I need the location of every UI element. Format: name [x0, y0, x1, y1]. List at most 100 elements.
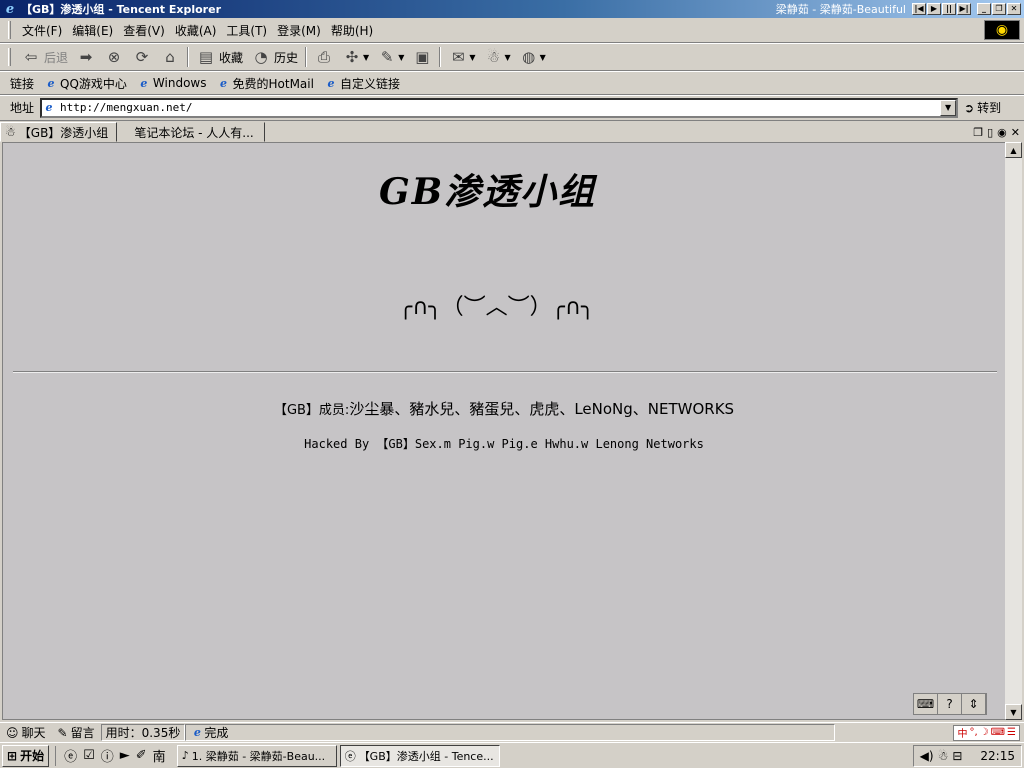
- task-label: 【GB】渗透小组 - Tence...: [358, 749, 494, 763]
- ime-menu-icon[interactable]: ☰: [1007, 727, 1016, 738]
- stop-button[interactable]: ⊗: [100, 45, 128, 69]
- restore-button[interactable]: ❐: [992, 3, 1006, 15]
- ime-punct-icon[interactable]: °,: [969, 727, 977, 738]
- translate-icon: ✣: [345, 48, 359, 66]
- message-button[interactable]: ✎ 留言: [52, 724, 101, 742]
- tab-notebook-forum[interactable]: 笔记本论坛 - 人人有...: [119, 122, 265, 142]
- mail-button[interactable]: ✉ ▼: [444, 45, 479, 69]
- menu-view[interactable]: 查看(V): [118, 22, 170, 39]
- message-label: 留言: [70, 726, 95, 740]
- link-label: Windows: [152, 76, 207, 90]
- messenger-button[interactable]: ◍ ▼: [515, 45, 550, 69]
- favorites-button[interactable]: ▤ 收藏: [192, 45, 247, 69]
- divider: [13, 371, 997, 373]
- qq-button[interactable]: ☃ ▼: [480, 45, 515, 69]
- menu-tools[interactable]: 工具(T): [221, 22, 272, 39]
- qq-tray-icon[interactable]: ☃: [938, 749, 949, 763]
- forward-button[interactable]: ➡: [72, 45, 100, 69]
- translate-button[interactable]: ✣ ▼: [338, 45, 373, 69]
- eye-icon[interactable]: ◉: [997, 126, 1007, 139]
- address-input[interactable]: e http://mengxuan.net/ ▼: [40, 97, 959, 118]
- more-dropdown-icon[interactable]: ⇕: [962, 694, 986, 714]
- ie-logo-icon: e: [5, 1, 15, 17]
- copy-icon[interactable]: ❐: [973, 126, 983, 139]
- close-button[interactable]: ✕: [1007, 3, 1021, 15]
- ie-quicklaunch-icon[interactable]: ⓔ: [64, 746, 77, 765]
- clock: 22:15: [980, 748, 1015, 763]
- dropdown-arrow-icon[interactable]: ▼: [540, 53, 546, 62]
- menu-favorites[interactable]: 收藏(A): [170, 22, 222, 39]
- ie-page-icon: e: [327, 76, 335, 90]
- network-icon[interactable]: ⊟: [952, 749, 962, 763]
- tab-actions: ❐ ▯ ◉ ✕: [973, 122, 1024, 142]
- link-custom[interactable]: e 自定义链接: [319, 75, 405, 92]
- nan-quicklaunch-icon[interactable]: 南: [153, 746, 166, 765]
- new-window-button[interactable]: ▣: [408, 45, 436, 69]
- tab-label: 笔记本论坛 - 人人有...: [134, 125, 254, 140]
- address-dropdown-icon[interactable]: ▼: [940, 99, 957, 116]
- outlook-quicklaunch-icon[interactable]: ☑: [83, 748, 95, 763]
- back-arrow-icon: ⇦: [24, 48, 38, 66]
- toolbar-grip[interactable]: [8, 21, 11, 39]
- ime-toolbar[interactable]: 中 °, ☽ ⌨ ☰: [953, 724, 1020, 741]
- toolbar-grip[interactable]: [8, 48, 11, 66]
- print-button[interactable]: ⎙: [310, 45, 338, 69]
- history-label: 历史: [274, 50, 299, 65]
- menu-help[interactable]: 帮助(H): [326, 22, 378, 39]
- menu-file[interactable]: 文件(F): [17, 22, 67, 39]
- play-button[interactable]: ▶: [927, 3, 941, 15]
- tab-gb[interactable]: ☃ 【GB】渗透小组: [0, 122, 118, 142]
- dropdown-arrow-icon[interactable]: ▼: [469, 53, 475, 62]
- help-icon[interactable]: ?: [938, 694, 962, 714]
- info-quicklaunch-icon[interactable]: ⓘ: [101, 746, 114, 765]
- address-bar: 地址 e http://mengxuan.net/ ▼ ➲ 转到: [0, 95, 1024, 119]
- scroll-up-icon[interactable]: ▲: [1005, 142, 1022, 158]
- prev-track-button[interactable]: |◀: [912, 3, 926, 15]
- edit-page-icon: ✎: [380, 48, 394, 66]
- ie-page-icon: e: [220, 76, 227, 90]
- pause-button[interactable]: ||: [942, 3, 956, 15]
- pencil-quicklaunch-icon[interactable]: ✐: [136, 748, 147, 763]
- dropdown-arrow-icon[interactable]: ▼: [505, 53, 511, 62]
- hacked-by-text: Hacked By 【GB】Sex.m Pig.w Pig.e Hwhu.w L…: [304, 437, 704, 451]
- favorites-folder-icon: ▤: [198, 48, 214, 66]
- close-tab-icon[interactable]: ✕: [1011, 126, 1020, 139]
- menu-edit[interactable]: 编辑(E): [67, 22, 118, 39]
- ie-page-icon: e: [45, 101, 53, 114]
- link-qq-games[interactable]: e QQ游戏中心: [39, 75, 132, 92]
- vertical-scrollbar[interactable]: ▲ ▼: [1005, 142, 1022, 720]
- back-button[interactable]: ⇦ 后退: [17, 45, 72, 69]
- title-bar: e 【GB】渗透小组 - Tencent Explorer 梁静茹 - 梁静茹-…: [0, 0, 1024, 18]
- ime-moon-icon[interactable]: ☽: [980, 727, 989, 738]
- keyboard-icon[interactable]: ⌨: [914, 694, 938, 714]
- scroll-down-icon[interactable]: ▼: [1005, 704, 1022, 720]
- start-button[interactable]: ⊞ 开始: [2, 744, 50, 767]
- chat-button[interactable]: ☺ 聊天: [0, 724, 52, 742]
- volume-icon[interactable]: ◀): [920, 749, 934, 763]
- task-music-player[interactable]: ♪ 1. 梁静茹 - 梁静茹-Beau...: [176, 744, 337, 767]
- edit-button[interactable]: ✎ ▼: [373, 45, 408, 69]
- tab-label: 【GB】渗透小组: [18, 125, 109, 140]
- ime-keyboard-icon[interactable]: ⌨: [991, 727, 1005, 738]
- minimize-button[interactable]: _: [977, 3, 991, 15]
- floating-tool-buttons: ⌨ ? ⇕: [913, 693, 987, 715]
- ime-chinese-icon[interactable]: 中: [957, 725, 967, 740]
- dropdown-arrow-icon[interactable]: ▼: [363, 53, 369, 62]
- dropdown-arrow-icon[interactable]: ▼: [398, 53, 404, 62]
- history-button[interactable]: ◔ 历史: [247, 45, 302, 69]
- link-windows[interactable]: e Windows: [132, 76, 212, 90]
- menu-login[interactable]: 登录(M): [272, 22, 326, 39]
- new-page-icon[interactable]: ▯: [987, 126, 993, 139]
- task-browser[interactable]: ⓔ 【GB】渗透小组 - Tence...: [339, 744, 500, 767]
- next-track-button[interactable]: ▶|: [957, 3, 971, 15]
- address-label: 地址: [10, 101, 35, 115]
- music-icon: ♪: [181, 749, 189, 762]
- go-button[interactable]: ➲ 转到: [964, 99, 1001, 116]
- home-button[interactable]: ⌂: [156, 45, 184, 69]
- refresh-button[interactable]: ⟳: [128, 45, 156, 69]
- music-controls: |◀ ▶ || ▶|: [912, 3, 971, 15]
- links-bar: 链接 e QQ游戏中心 e Windows e 免费的HotMail e 自定义链接: [0, 71, 1024, 95]
- link-hotmail[interactable]: e 免费的HotMail: [212, 75, 319, 92]
- system-tray: ◀) ☃ ⊟ 22:15: [912, 744, 1022, 767]
- media-quicklaunch-icon[interactable]: ►: [120, 748, 130, 763]
